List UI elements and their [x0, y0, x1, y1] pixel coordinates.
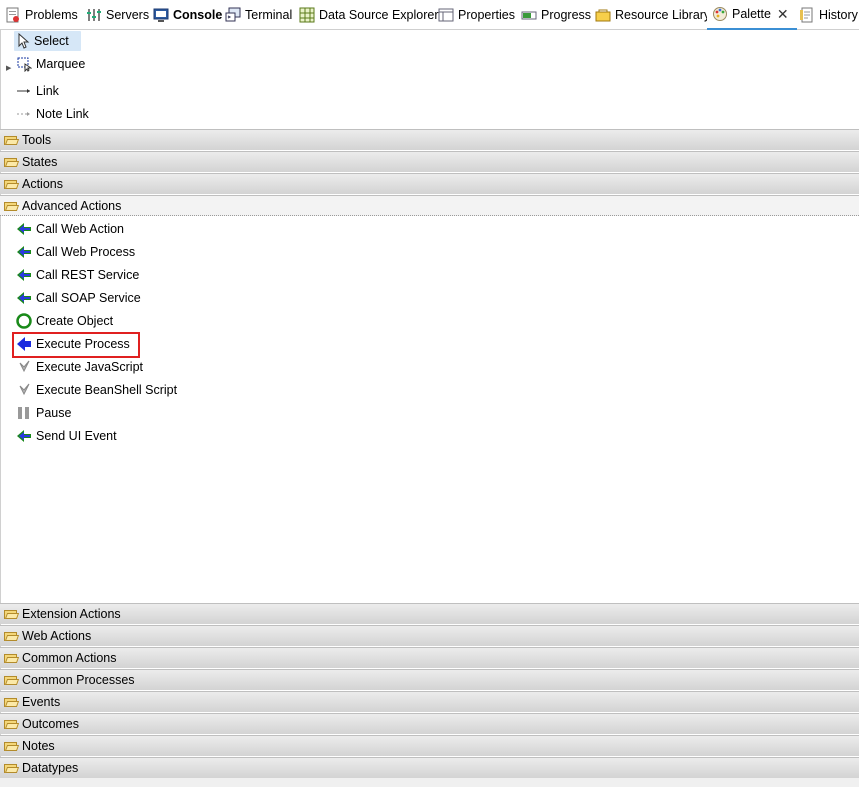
- drawer-outcomes[interactable]: Outcomes: [0, 713, 859, 734]
- tab-data-source-explorer[interactable]: Data Source Explorer: [299, 0, 439, 30]
- call-arrow-icon: [16, 244, 32, 260]
- folder-icon: [4, 157, 20, 167]
- folder-icon: [4, 631, 20, 641]
- tab-problems[interactable]: Problems: [5, 0, 78, 30]
- properties-icon: [438, 7, 454, 23]
- tab-terminal[interactable]: Terminal: [225, 0, 292, 30]
- progress-icon: [521, 7, 537, 23]
- action-execute-beanshell-script[interactable]: Execute BeanShell Script: [16, 380, 177, 400]
- action-call-web-action[interactable]: Call Web Action: [16, 219, 124, 239]
- action-call-soap-service[interactable]: Call SOAP Service: [16, 288, 141, 308]
- history-icon: [799, 7, 815, 23]
- script-icon: [16, 382, 32, 398]
- tab-history[interactable]: History: [799, 0, 858, 30]
- link-icon: [16, 83, 32, 99]
- terminal-icon: [225, 7, 241, 23]
- call-arrow-icon: [16, 221, 32, 237]
- tab-resource-library[interactable]: Resource Library: [595, 0, 710, 30]
- tool-link[interactable]: Link: [16, 81, 59, 101]
- drawer-events[interactable]: Events: [0, 691, 859, 712]
- folder-icon: [4, 741, 20, 751]
- drawer-notes[interactable]: Notes: [0, 735, 859, 756]
- tab-console[interactable]: Console: [153, 0, 222, 30]
- script-icon: [16, 359, 32, 375]
- call-arrow-icon: [16, 267, 32, 283]
- cursor-icon: [14, 32, 30, 49]
- data-source-icon: [299, 7, 315, 23]
- tab-properties[interactable]: Properties: [438, 0, 515, 30]
- tool-select[interactable]: Select: [14, 31, 81, 51]
- bottom-strip: [0, 778, 859, 787]
- tab-servers[interactable]: Servers: [86, 0, 149, 30]
- folder-icon: [4, 609, 20, 619]
- drawer-datatypes[interactable]: Datatypes: [0, 757, 859, 778]
- marquee-expand-icon[interactable]: ▶: [6, 64, 11, 72]
- tool-marquee[interactable]: Marquee: [16, 54, 85, 74]
- action-call-web-process[interactable]: Call Web Process: [16, 242, 135, 262]
- drawer-common-actions[interactable]: Common Actions: [0, 647, 859, 668]
- folder-icon: [4, 179, 20, 189]
- palette-icon: [712, 6, 728, 22]
- action-create-object[interactable]: Create Object: [16, 311, 113, 331]
- folder-icon: [4, 675, 20, 685]
- folder-icon: [4, 135, 20, 145]
- action-call-rest-service[interactable]: Call REST Service: [16, 265, 139, 285]
- problems-icon: [5, 7, 21, 23]
- call-arrow-icon: [16, 290, 32, 306]
- console-icon: [153, 7, 169, 23]
- note-link-icon: [16, 106, 32, 122]
- marquee-icon: [16, 56, 33, 73]
- action-execute-javascript[interactable]: Execute JavaScript: [16, 357, 143, 377]
- create-object-icon: [16, 313, 32, 329]
- drawer-states[interactable]: States: [0, 151, 859, 172]
- drawer-extension-actions[interactable]: Extension Actions: [0, 603, 859, 624]
- drawer-advanced-actions[interactable]: Advanced Actions: [0, 195, 859, 216]
- folder-icon: [4, 697, 20, 707]
- folder-open-icon: [4, 201, 20, 211]
- drawer-common-processes[interactable]: Common Processes: [0, 669, 859, 690]
- folder-icon: [4, 763, 20, 773]
- drawer-tools[interactable]: Tools: [0, 129, 859, 150]
- action-send-ui-event[interactable]: Send UI Event: [16, 426, 117, 446]
- tab-palette[interactable]: Palette ✕: [707, 0, 797, 30]
- pause-icon: [16, 405, 32, 421]
- tab-progress[interactable]: Progress: [521, 0, 591, 30]
- servers-icon: [86, 7, 102, 23]
- drawer-actions[interactable]: Actions: [0, 173, 859, 194]
- drawer-web-actions[interactable]: Web Actions: [0, 625, 859, 646]
- highlight-box: [12, 332, 140, 358]
- tool-note-link[interactable]: Note Link: [16, 104, 89, 124]
- view-tab-bar: Problems Servers Console Terminal Data S…: [0, 0, 859, 30]
- action-pause[interactable]: Pause: [16, 403, 71, 423]
- folder-icon: [4, 653, 20, 663]
- close-icon[interactable]: ✕: [777, 6, 789, 23]
- call-arrow-icon: [16, 428, 32, 444]
- resource-library-icon: [595, 7, 611, 23]
- folder-icon: [4, 719, 20, 729]
